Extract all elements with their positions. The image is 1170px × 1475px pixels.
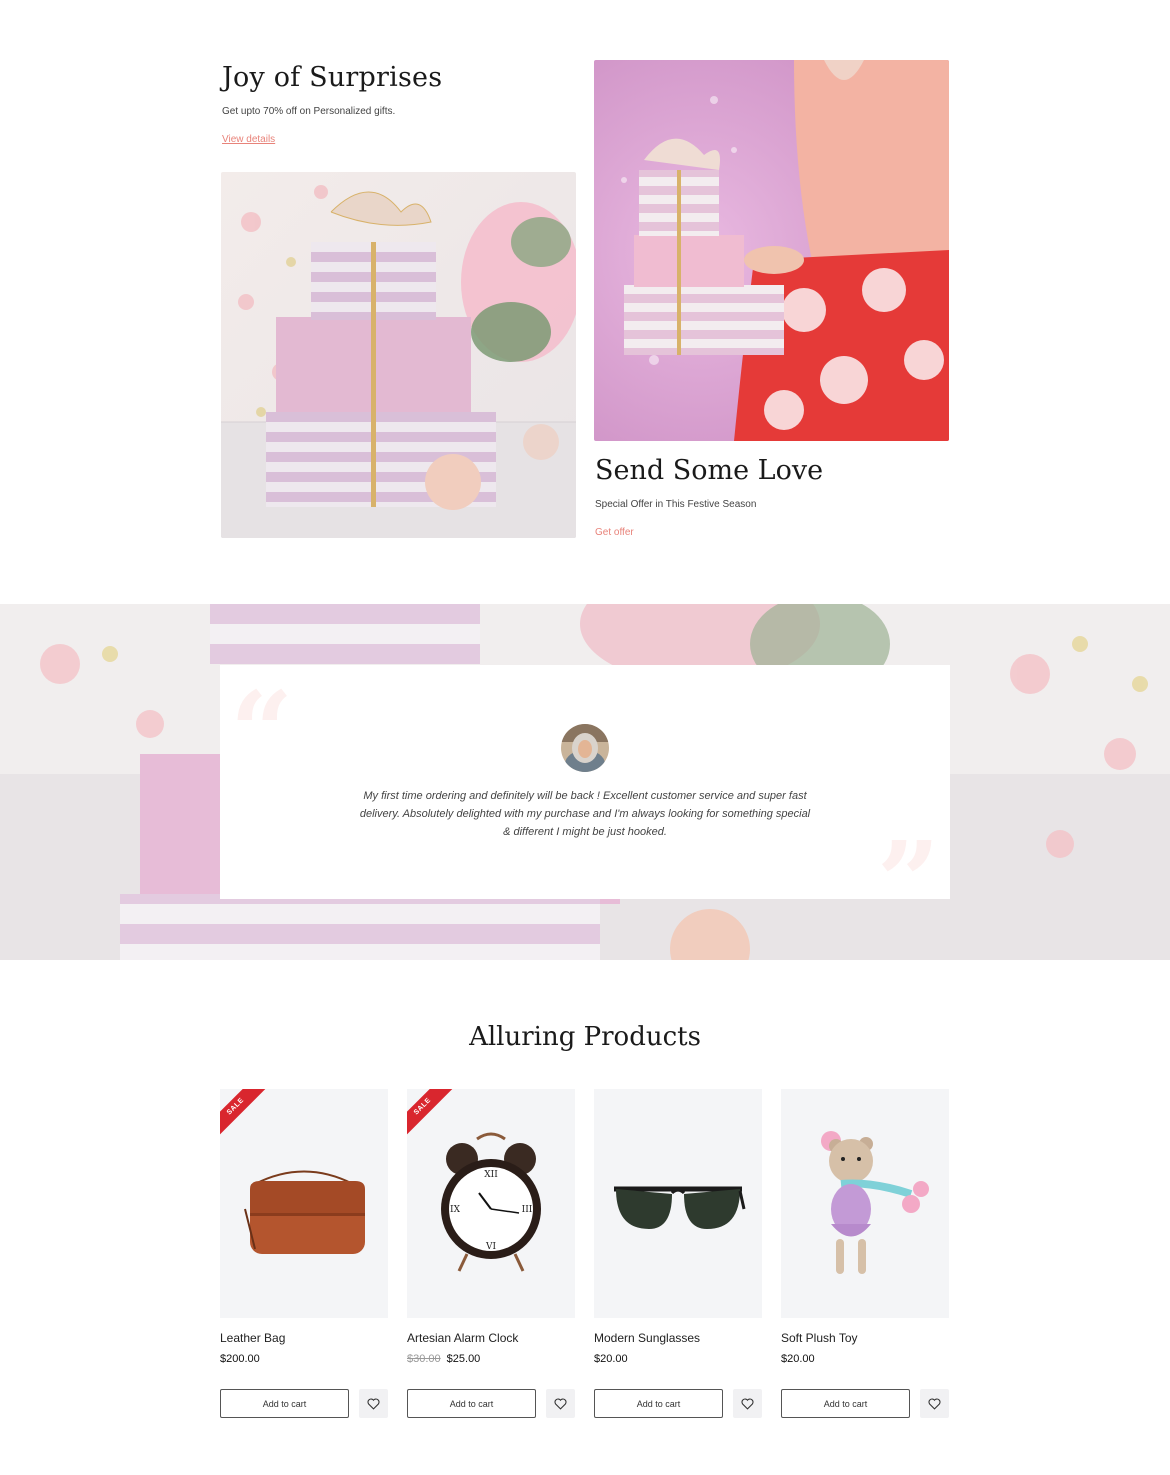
add-to-cart-button[interactable]: Add to cart	[594, 1389, 723, 1418]
products-section-title: Alluring Products	[469, 1022, 701, 1052]
view-details-link[interactable]: View details	[222, 134, 275, 145]
product-price: $20.00	[594, 1353, 762, 1369]
product-image[interactable]	[781, 1089, 949, 1318]
customer-avatar	[561, 724, 609, 772]
svg-text:IX: IX	[450, 1205, 461, 1215]
product-name[interactable]: Artesian Alarm Clock	[407, 1331, 575, 1349]
current-price: $20.00	[594, 1353, 628, 1365]
woman-holding-gifts-image	[594, 60, 949, 441]
svg-text:III: III	[522, 1205, 533, 1215]
promo-title: Send Some Love	[595, 455, 824, 486]
product-card[interactable]: SALE Leather Bag $200.00 Add to cart	[220, 1089, 388, 1418]
testimonial-card: “ My first time ordering and definitely …	[220, 665, 950, 937]
product-name[interactable]: Soft Plush Toy	[781, 1331, 949, 1349]
wishlist-button[interactable]	[546, 1389, 575, 1418]
add-to-cart-button[interactable]: Add to cart	[220, 1389, 349, 1418]
alarm-clock-icon: XII III VI IX	[441, 1132, 541, 1272]
product-image[interactable]: SALE XII III VI IX	[407, 1089, 575, 1318]
get-offer-link[interactable]: Get offer	[595, 527, 634, 538]
testimonial-text: My first time ordering and definitely wi…	[340, 787, 830, 841]
wishlist-button[interactable]	[359, 1389, 388, 1418]
open-quote-icon: “	[230, 667, 294, 796]
hero-subtitle: Get upto 70% off on Personalized gifts.	[222, 106, 396, 117]
current-price: $25.00	[446, 1353, 481, 1365]
product-price: $20.00	[781, 1353, 949, 1369]
hero-title: Joy of Surprises	[222, 62, 443, 93]
plush-toy-icon	[821, 1131, 929, 1274]
add-to-cart-button[interactable]: Add to cart	[407, 1389, 536, 1418]
product-price: $30.00 $25.00	[407, 1353, 575, 1369]
product-price: $200.00	[220, 1353, 388, 1369]
wishlist-button[interactable]	[920, 1389, 949, 1418]
heart-icon	[367, 1397, 380, 1410]
testimonial-line-2: delivery. Absolutely delighted with my p…	[359, 808, 811, 820]
gift-boxes-image	[221, 172, 576, 538]
add-to-cart-button[interactable]: Add to cart	[781, 1389, 910, 1418]
sunglasses-icon	[614, 1186, 746, 1229]
heart-icon	[554, 1397, 567, 1410]
original-price: $30.00	[407, 1353, 441, 1365]
heart-icon	[928, 1397, 941, 1410]
svg-text:VI: VI	[485, 1242, 496, 1252]
leather-bag-icon	[244, 1170, 365, 1254]
promo-subtitle: Special Offer in This Festive Season	[595, 499, 757, 510]
product-name[interactable]: Leather Bag	[220, 1331, 388, 1349]
current-price: $20.00	[781, 1353, 815, 1365]
close-quote-icon: ”	[876, 817, 940, 946]
heart-icon	[741, 1397, 754, 1410]
testimonial-line-3: & different I might be just hooked.	[503, 826, 667, 838]
wishlist-button[interactable]	[733, 1389, 762, 1418]
current-price: $200.00	[220, 1353, 260, 1365]
product-card[interactable]: Soft Plush Toy $20.00 Add to cart	[781, 1089, 949, 1418]
product-card[interactable]: Modern Sunglasses $20.00 Add to cart	[594, 1089, 762, 1418]
product-name[interactable]: Modern Sunglasses	[594, 1331, 762, 1349]
product-image[interactable]	[594, 1089, 762, 1318]
product-image[interactable]: SALE	[220, 1089, 388, 1318]
testimonial-line-1: My first time ordering and definitely wi…	[363, 790, 807, 802]
svg-text:XII: XII	[484, 1170, 498, 1180]
product-card[interactable]: SALE XII III VI IX Artesian Alarm Clock $30…	[407, 1089, 575, 1418]
